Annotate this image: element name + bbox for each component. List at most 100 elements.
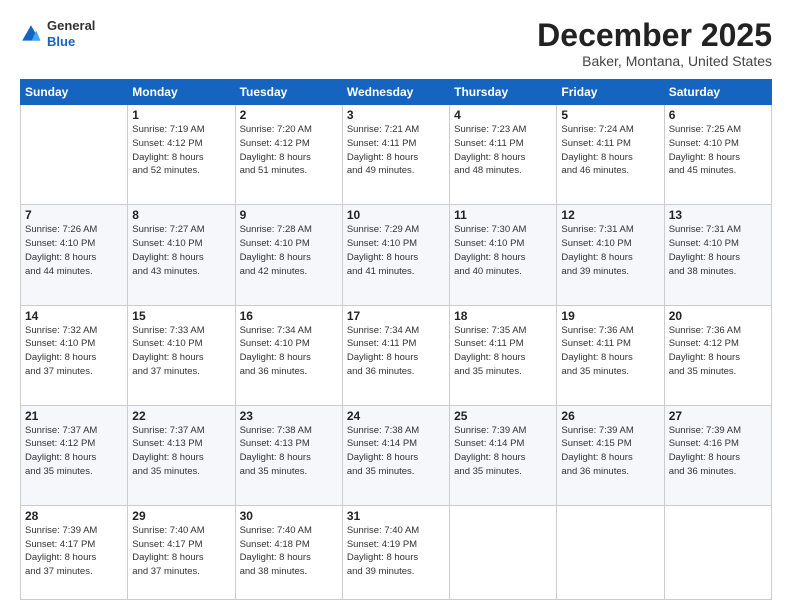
cell-info: Sunrise: 7:31 AM Sunset: 4:10 PM Dayligh… — [561, 223, 659, 278]
cell-info: Sunrise: 7:27 AM Sunset: 4:10 PM Dayligh… — [132, 223, 230, 278]
cell-day-number: 28 — [25, 509, 123, 523]
cell-info: Sunrise: 7:24 AM Sunset: 4:11 PM Dayligh… — [561, 123, 659, 178]
cell-day-number: 21 — [25, 409, 123, 423]
calendar-row-2: 14Sunrise: 7:32 AM Sunset: 4:10 PM Dayli… — [21, 305, 772, 405]
calendar-cell: 30Sunrise: 7:40 AM Sunset: 4:18 PM Dayli… — [235, 505, 342, 599]
cell-day-number: 1 — [132, 108, 230, 122]
cell-info: Sunrise: 7:34 AM Sunset: 4:10 PM Dayligh… — [240, 324, 338, 379]
header: General Blue December 2025 Baker, Montan… — [20, 18, 772, 69]
cell-day-number: 19 — [561, 309, 659, 323]
calendar-cell: 23Sunrise: 7:38 AM Sunset: 4:13 PM Dayli… — [235, 405, 342, 505]
cell-info: Sunrise: 7:37 AM Sunset: 4:12 PM Dayligh… — [25, 424, 123, 479]
cell-info: Sunrise: 7:19 AM Sunset: 4:12 PM Dayligh… — [132, 123, 230, 178]
cell-day-number: 24 — [347, 409, 445, 423]
cell-day-number: 11 — [454, 208, 552, 222]
calendar-cell: 21Sunrise: 7:37 AM Sunset: 4:12 PM Dayli… — [21, 405, 128, 505]
calendar-cell: 13Sunrise: 7:31 AM Sunset: 4:10 PM Dayli… — [664, 205, 771, 305]
page: General Blue December 2025 Baker, Montan… — [0, 0, 792, 612]
weekday-header-monday: Monday — [128, 80, 235, 105]
cell-day-number: 5 — [561, 108, 659, 122]
calendar-row-1: 7Sunrise: 7:26 AM Sunset: 4:10 PM Daylig… — [21, 205, 772, 305]
cell-day-number: 2 — [240, 108, 338, 122]
cell-info: Sunrise: 7:32 AM Sunset: 4:10 PM Dayligh… — [25, 324, 123, 379]
cell-info: Sunrise: 7:21 AM Sunset: 4:11 PM Dayligh… — [347, 123, 445, 178]
cell-info: Sunrise: 7:38 AM Sunset: 4:14 PM Dayligh… — [347, 424, 445, 479]
cell-info: Sunrise: 7:36 AM Sunset: 4:12 PM Dayligh… — [669, 324, 767, 379]
calendar-cell — [664, 505, 771, 599]
weekday-header-saturday: Saturday — [664, 80, 771, 105]
weekday-header-wednesday: Wednesday — [342, 80, 449, 105]
calendar-cell: 1Sunrise: 7:19 AM Sunset: 4:12 PM Daylig… — [128, 105, 235, 205]
calendar-cell: 18Sunrise: 7:35 AM Sunset: 4:11 PM Dayli… — [450, 305, 557, 405]
calendar-cell: 5Sunrise: 7:24 AM Sunset: 4:11 PM Daylig… — [557, 105, 664, 205]
weekday-header-friday: Friday — [557, 80, 664, 105]
cell-info: Sunrise: 7:26 AM Sunset: 4:10 PM Dayligh… — [25, 223, 123, 278]
cell-info: Sunrise: 7:20 AM Sunset: 4:12 PM Dayligh… — [240, 123, 338, 178]
cell-info: Sunrise: 7:39 AM Sunset: 4:16 PM Dayligh… — [669, 424, 767, 479]
cell-day-number: 10 — [347, 208, 445, 222]
cell-info: Sunrise: 7:23 AM Sunset: 4:11 PM Dayligh… — [454, 123, 552, 178]
cell-day-number: 18 — [454, 309, 552, 323]
cell-day-number: 13 — [669, 208, 767, 222]
cell-info: Sunrise: 7:39 AM Sunset: 4:14 PM Dayligh… — [454, 424, 552, 479]
title-block: December 2025 Baker, Montana, United Sta… — [537, 18, 772, 69]
weekday-header-row: SundayMondayTuesdayWednesdayThursdayFrid… — [21, 80, 772, 105]
cell-info: Sunrise: 7:39 AM Sunset: 4:17 PM Dayligh… — [25, 524, 123, 579]
cell-day-number: 8 — [132, 208, 230, 222]
calendar-cell: 29Sunrise: 7:40 AM Sunset: 4:17 PM Dayli… — [128, 505, 235, 599]
calendar-cell: 15Sunrise: 7:33 AM Sunset: 4:10 PM Dayli… — [128, 305, 235, 405]
cell-day-number: 9 — [240, 208, 338, 222]
calendar-cell: 22Sunrise: 7:37 AM Sunset: 4:13 PM Dayli… — [128, 405, 235, 505]
month-title: December 2025 — [537, 18, 772, 53]
cell-info: Sunrise: 7:28 AM Sunset: 4:10 PM Dayligh… — [240, 223, 338, 278]
cell-info: Sunrise: 7:34 AM Sunset: 4:11 PM Dayligh… — [347, 324, 445, 379]
calendar-cell: 9Sunrise: 7:28 AM Sunset: 4:10 PM Daylig… — [235, 205, 342, 305]
calendar-row-4: 28Sunrise: 7:39 AM Sunset: 4:17 PM Dayli… — [21, 505, 772, 599]
calendar-cell: 19Sunrise: 7:36 AM Sunset: 4:11 PM Dayli… — [557, 305, 664, 405]
calendar-table: SundayMondayTuesdayWednesdayThursdayFrid… — [20, 79, 772, 600]
logo-blue-text: Blue — [47, 34, 75, 49]
cell-info: Sunrise: 7:39 AM Sunset: 4:15 PM Dayligh… — [561, 424, 659, 479]
weekday-header-tuesday: Tuesday — [235, 80, 342, 105]
cell-info: Sunrise: 7:37 AM Sunset: 4:13 PM Dayligh… — [132, 424, 230, 479]
cell-info: Sunrise: 7:40 AM Sunset: 4:17 PM Dayligh… — [132, 524, 230, 579]
calendar-cell: 14Sunrise: 7:32 AM Sunset: 4:10 PM Dayli… — [21, 305, 128, 405]
cell-info: Sunrise: 7:35 AM Sunset: 4:11 PM Dayligh… — [454, 324, 552, 379]
cell-info: Sunrise: 7:40 AM Sunset: 4:18 PM Dayligh… — [240, 524, 338, 579]
calendar-cell: 6Sunrise: 7:25 AM Sunset: 4:10 PM Daylig… — [664, 105, 771, 205]
logo-text: General Blue — [47, 18, 95, 49]
logo-icon — [20, 23, 42, 45]
calendar-cell — [450, 505, 557, 599]
calendar-cell: 20Sunrise: 7:36 AM Sunset: 4:12 PM Dayli… — [664, 305, 771, 405]
calendar-row-0: 1Sunrise: 7:19 AM Sunset: 4:12 PM Daylig… — [21, 105, 772, 205]
cell-info: Sunrise: 7:36 AM Sunset: 4:11 PM Dayligh… — [561, 324, 659, 379]
calendar-cell: 25Sunrise: 7:39 AM Sunset: 4:14 PM Dayli… — [450, 405, 557, 505]
calendar-cell: 12Sunrise: 7:31 AM Sunset: 4:10 PM Dayli… — [557, 205, 664, 305]
cell-info: Sunrise: 7:29 AM Sunset: 4:10 PM Dayligh… — [347, 223, 445, 278]
cell-day-number: 6 — [669, 108, 767, 122]
cell-day-number: 29 — [132, 509, 230, 523]
logo: General Blue — [20, 18, 95, 49]
calendar-cell: 27Sunrise: 7:39 AM Sunset: 4:16 PM Dayli… — [664, 405, 771, 505]
calendar-cell: 10Sunrise: 7:29 AM Sunset: 4:10 PM Dayli… — [342, 205, 449, 305]
location: Baker, Montana, United States — [537, 53, 772, 69]
cell-day-number: 4 — [454, 108, 552, 122]
cell-info: Sunrise: 7:33 AM Sunset: 4:10 PM Dayligh… — [132, 324, 230, 379]
cell-info: Sunrise: 7:40 AM Sunset: 4:19 PM Dayligh… — [347, 524, 445, 579]
cell-day-number: 16 — [240, 309, 338, 323]
calendar-cell: 4Sunrise: 7:23 AM Sunset: 4:11 PM Daylig… — [450, 105, 557, 205]
cell-day-number: 3 — [347, 108, 445, 122]
cell-day-number: 27 — [669, 409, 767, 423]
cell-info: Sunrise: 7:31 AM Sunset: 4:10 PM Dayligh… — [669, 223, 767, 278]
calendar-cell: 17Sunrise: 7:34 AM Sunset: 4:11 PM Dayli… — [342, 305, 449, 405]
cell-info: Sunrise: 7:38 AM Sunset: 4:13 PM Dayligh… — [240, 424, 338, 479]
cell-day-number: 22 — [132, 409, 230, 423]
cell-day-number: 12 — [561, 208, 659, 222]
calendar-row-3: 21Sunrise: 7:37 AM Sunset: 4:12 PM Dayli… — [21, 405, 772, 505]
cell-day-number: 17 — [347, 309, 445, 323]
cell-day-number: 26 — [561, 409, 659, 423]
cell-day-number: 30 — [240, 509, 338, 523]
calendar-cell — [557, 505, 664, 599]
cell-info: Sunrise: 7:30 AM Sunset: 4:10 PM Dayligh… — [454, 223, 552, 278]
calendar-cell: 28Sunrise: 7:39 AM Sunset: 4:17 PM Dayli… — [21, 505, 128, 599]
